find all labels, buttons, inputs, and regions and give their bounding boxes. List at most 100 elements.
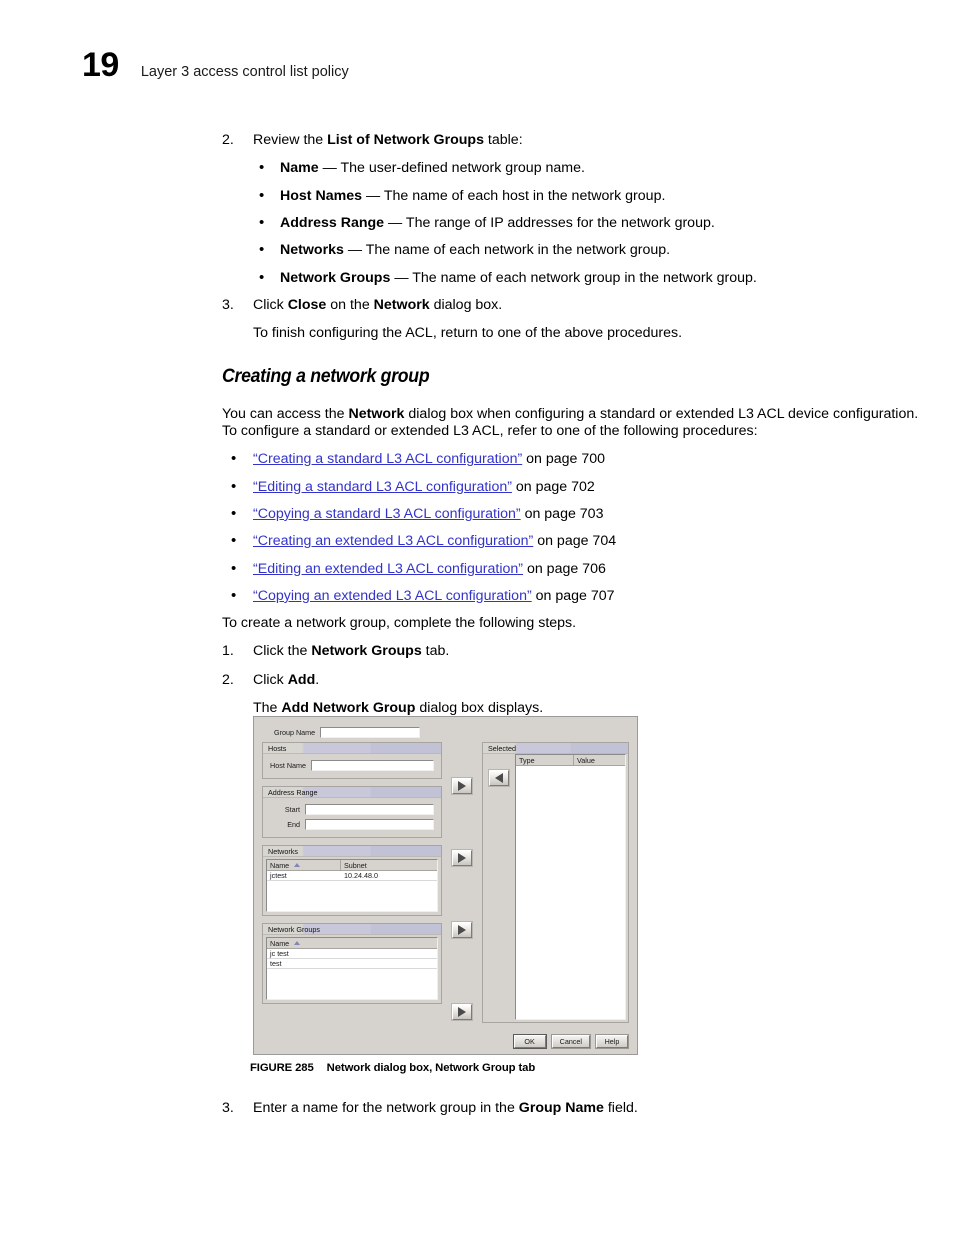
definition-term: Networks: [280, 242, 344, 259]
section-intro-bold: Network: [348, 405, 405, 422]
create-intro-paragraph: To create a network group, complete the …: [222, 615, 577, 632]
add-network-group-button[interactable]: [452, 1004, 472, 1020]
step-3-text-a: Click: [253, 296, 288, 313]
xref-link[interactable]: “Editing a standard L3 ACL configuration…: [253, 479, 512, 495]
step-3-text: Click Close on the Network dialog box.: [253, 297, 922, 314]
step-new-2-number: 2.: [222, 671, 234, 688]
xref-link[interactable]: “Copying an extended L3 ACL configuratio…: [253, 588, 532, 604]
network-groups-cell-name: test: [270, 959, 282, 968]
step-new-3-number: 3.: [222, 1100, 234, 1116]
step-new-1-number: 1.: [222, 643, 234, 660]
networks-column-name-label: Name: [270, 861, 290, 870]
xref-link[interactable]: “Copying a standard L3 ACL configuration…: [253, 506, 521, 522]
hosts-panel: Hosts Host Name: [262, 742, 442, 779]
network-groups-table[interactable]: Name jc test test: [266, 937, 438, 1000]
definition-term: Address Range: [280, 214, 385, 231]
step-new-1-text: Click the Network Groups tab.: [253, 643, 922, 660]
networks-panel-title: Networks: [263, 846, 441, 857]
xref-link[interactable]: “Editing an extended L3 ACL configuratio…: [253, 561, 523, 577]
step-new-3-text: Enter a name for the network group in th…: [253, 1100, 922, 1117]
dialog-left-column: Hosts Host Name Address Range Start End …: [262, 742, 442, 1023]
section-intro-paragraph: You can access the Network dialog box wh…: [222, 406, 922, 441]
list-item: Networks — The name of each network in t…: [222, 241, 922, 260]
section-intro-text-a: You can access the: [222, 405, 349, 422]
add-host-button[interactable]: [452, 778, 472, 794]
step-3-note: To finish configuring the ACL, return to…: [253, 325, 683, 342]
chapter-title: Layer 3 access control list policy: [140, 64, 349, 80]
group-name-row: Group Name: [274, 727, 629, 738]
step-2: 2. Review the List of Network Groups tab…: [222, 132, 922, 149]
add-network-button[interactable]: [452, 922, 472, 938]
definition-desc: The name of each host in the network gro…: [383, 187, 666, 204]
list-item: “Copying a standard L3 ACL configuration…: [222, 505, 922, 524]
networks-cell-subnet: 10.24.48.0: [344, 871, 378, 880]
step-new-2-note-b: dialog box displays.: [415, 700, 544, 717]
dialog-right-column: Selected Type Value: [482, 742, 629, 1023]
step-new-2-note-a: The: [253, 700, 282, 717]
add-network-group-dialog: Group Name Hosts Host Name Address Range…: [253, 716, 638, 1055]
step-new-2-text-b: .: [315, 671, 320, 688]
group-name-input[interactable]: [320, 727, 421, 738]
step-new-3-text-a: Enter a name for the network group in th…: [253, 1100, 519, 1116]
list-item: Address Range — The range of IP addresse…: [222, 214, 922, 233]
address-end-input[interactable]: [305, 819, 434, 830]
add-address-range-button[interactable]: [452, 850, 472, 866]
host-name-input[interactable]: [311, 760, 434, 771]
step-2-bold: List of Network Groups: [327, 132, 484, 148]
table-row[interactable]: jc test: [267, 949, 437, 959]
page-content: 2. Review the List of Network Groups tab…: [222, 132, 922, 728]
network-groups-table-body: jc test test: [267, 949, 437, 999]
definition-term: Name: [280, 160, 319, 177]
figure-caption: FIGURE 285 Network dialog box, Network Gr…: [250, 1062, 535, 1074]
remove-selected-button[interactable]: [489, 770, 509, 786]
step-2-text: Review the List of Network Groups table:: [253, 132, 922, 149]
step-2-text-after: table:: [483, 132, 523, 148]
network-groups-panel: Network Groups Name jc test test: [262, 923, 442, 1004]
table-row[interactable]: test: [267, 959, 437, 969]
step-new-2-text-a: Click: [253, 671, 288, 688]
xref-page: on page 702: [511, 478, 595, 495]
selected-panel-title: Selected: [483, 743, 628, 754]
arrow-left-icon: [495, 773, 503, 783]
post-figure-content: 3. Enter a name for the network group in…: [222, 1100, 922, 1128]
transfer-buttons-column: [442, 742, 482, 1023]
figure-number: FIGURE 285: [250, 1062, 314, 1074]
xref-link[interactable]: “Creating an extended L3 ACL configurati…: [253, 533, 533, 549]
table-row[interactable]: jctest 10.24.48.0: [267, 871, 437, 881]
step-3-number: 3.: [222, 296, 234, 313]
definition-desc: The user-defined network group name.: [340, 160, 585, 177]
step-3-text-c: dialog box.: [429, 296, 503, 313]
arrow-right-icon: [458, 853, 466, 863]
list-item: “Copying an extended L3 ACL configuratio…: [222, 587, 922, 606]
cancel-button[interactable]: Cancel: [551, 1035, 590, 1048]
address-range-panel-title: Address Range: [263, 787, 441, 798]
network-groups-cell-name: jc test: [270, 949, 289, 958]
cross-reference-list: “Creating a standard L3 ACL configuratio…: [222, 450, 922, 606]
selected-remove-column: [485, 754, 515, 1020]
xref-link[interactable]: “Creating a standard L3 ACL configuratio…: [253, 451, 522, 467]
address-start-row: Start: [270, 804, 434, 815]
networks-table[interactable]: Name Subnet jctest 10.24.48.0: [266, 859, 438, 912]
network-groups-table-header: Name: [267, 938, 437, 949]
step-new-1: 1. Click the Network Groups tab.: [222, 643, 922, 660]
networks-column-subnet[interactable]: Subnet: [341, 860, 437, 870]
network-groups-column-name[interactable]: Name: [267, 938, 437, 948]
address-end-label: End: [287, 820, 300, 829]
ok-button[interactable]: OK: [513, 1035, 546, 1048]
address-range-panel: Address Range Start End: [262, 786, 442, 838]
step-new-3-bold: Group Name: [518, 1100, 604, 1116]
list-item: Host Names — The name of each host in th…: [222, 187, 922, 206]
network-groups-panel-title: Network Groups: [263, 924, 441, 935]
list-item: “Creating an extended L3 ACL configurati…: [222, 532, 922, 551]
step-2-text-before: Review the: [253, 132, 328, 148]
networks-cell-name: jctest: [270, 871, 287, 880]
step-new-2-bold: Add: [287, 671, 316, 688]
selected-column-type[interactable]: Type: [516, 755, 574, 765]
selected-table[interactable]: Type Value: [515, 754, 626, 1020]
networks-column-name[interactable]: Name: [267, 860, 341, 870]
xref-page: on page 703: [520, 505, 604, 522]
help-button[interactable]: Help: [596, 1035, 628, 1048]
address-start-input[interactable]: [305, 804, 434, 815]
selected-column-value[interactable]: Value: [574, 755, 625, 765]
selected-panel: Selected Type Value: [482, 742, 629, 1023]
